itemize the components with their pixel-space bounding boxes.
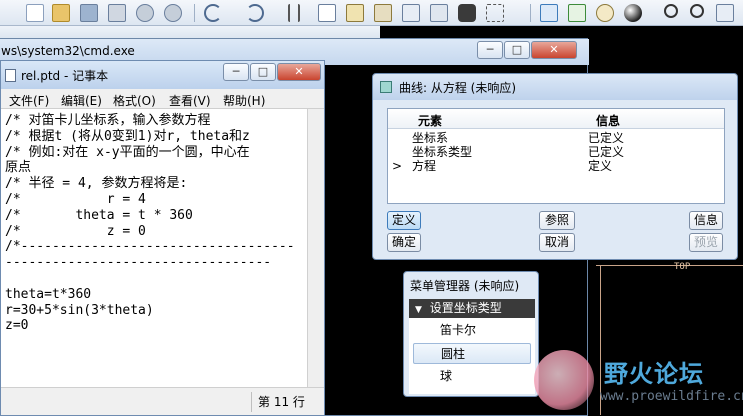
toolbar-separator <box>530 4 531 22</box>
vertical-scrollbar[interactable] <box>307 109 324 387</box>
watermark-logo <box>534 350 594 410</box>
menu-item-spherical[interactable]: 球 <box>413 366 531 387</box>
menu-header-label: 设置坐标类型 <box>429 301 502 315</box>
list-item[interactable]: 坐标系 已定义 <box>388 131 724 145</box>
ok-button[interactable]: 确定 <box>387 233 421 252</box>
element-name: 坐标系 <box>412 131 449 145</box>
column-element: 元素 <box>418 114 443 128</box>
menu-help[interactable]: 帮助(H) <box>223 92 265 109</box>
cmd-title: ws\system32\cmd.exe <box>1 44 135 58</box>
list-item[interactable]: 坐标系类型 已定义 <box>388 145 724 159</box>
notepad-title-bar[interactable]: rel.ptd - 记事本 ─ □ ✕ <box>1 61 324 89</box>
close-button[interactable]: ✕ <box>531 41 577 59</box>
menu-header[interactable]: ▼ 设置坐标类型 <box>409 299 535 318</box>
paste-icon[interactable] <box>346 4 364 22</box>
curve-from-equation-dialog: 曲线: 从方程 (未响应) 元素 信息 坐标系 已定义 坐标系类型 已定义 > … <box>372 73 738 260</box>
watermark-url: www.proewildfire.cn <box>600 389 743 404</box>
redo-icon[interactable] <box>246 4 264 22</box>
watermark-text: 野火论坛 <box>604 360 704 388</box>
close-button[interactable]: ✕ <box>277 63 321 81</box>
maximize-button[interactable]: □ <box>504 41 530 59</box>
notepad-window: rel.ptd - 记事本 ─ □ ✕ 文件(F) 编辑(E) 格式(O) 查看… <box>0 60 325 416</box>
maximize-button[interactable]: □ <box>250 63 276 81</box>
zoom-in-icon[interactable] <box>664 4 678 18</box>
element-name: 方程 <box>412 159 437 173</box>
info-button[interactable]: 信息 <box>689 211 723 230</box>
element-info: 已定义 <box>588 145 625 159</box>
preview-button[interactable]: 预览 <box>689 233 723 252</box>
element-name: 坐标系类型 <box>412 145 473 159</box>
save-icon[interactable] <box>80 4 98 22</box>
email-icon[interactable] <box>164 4 182 22</box>
spin-center-icon[interactable] <box>596 4 614 22</box>
find-icon[interactable] <box>458 4 476 22</box>
dialog-icon <box>380 81 392 93</box>
menu-view[interactable]: 查看(V) <box>169 92 211 109</box>
line-number-status: 第 11 行 <box>251 392 321 412</box>
main-toolbar <box>0 0 743 26</box>
reference-button[interactable]: 参照 <box>539 211 575 230</box>
column-info: 信息 <box>596 114 621 128</box>
cancel-button[interactable]: 取消 <box>539 233 575 252</box>
shading-sphere-icon[interactable] <box>624 4 642 22</box>
notepad-menubar: 文件(F) 编辑(E) 格式(O) 查看(V) 帮助(H) <box>1 89 324 109</box>
cut-icon[interactable] <box>288 4 300 22</box>
print-icon[interactable] <box>108 4 126 22</box>
menu-items: 笛卡尔 圆柱 球 <box>409 318 535 394</box>
open-folder-icon[interactable] <box>52 4 70 22</box>
element-info: 已定义 <box>588 131 625 145</box>
menu-format[interactable]: 格式(O) <box>113 92 156 109</box>
datum-plane-icon[interactable] <box>540 4 558 22</box>
send-icon[interactable] <box>136 4 154 22</box>
define-button[interactable]: 定义 <box>387 211 421 230</box>
minimize-button[interactable]: ─ <box>477 41 503 59</box>
refit-icon[interactable] <box>716 4 734 22</box>
undo-icon[interactable] <box>204 4 222 22</box>
menu-manager: 菜单管理器 (未响应) ▼ 设置坐标类型 笛卡尔 圆柱 球 <box>403 271 539 397</box>
menu-manager-title: 菜单管理器 (未响应) <box>410 279 520 293</box>
datum-plane-edge <box>596 265 743 266</box>
notepad-title: rel.ptd - 记事本 <box>21 69 109 83</box>
clipboard-icon[interactable] <box>374 4 392 22</box>
notepad-text-area[interactable]: /* 对笛卡儿坐标系，输入参数方程 /* 根据t (将从0变到1)对r, the… <box>5 113 305 334</box>
dialog-title: 曲线: 从方程 (未响应) <box>399 81 517 95</box>
list-item[interactable]: > 方程 定义 <box>388 159 724 173</box>
element-info: 定义 <box>588 159 613 173</box>
element-list: 元素 信息 坐标系 已定义 坐标系类型 已定义 > 方程 定义 <box>387 108 725 204</box>
minimize-button[interactable]: ─ <box>223 63 249 81</box>
zoom-out-icon[interactable] <box>690 4 704 18</box>
notepad-icon <box>5 69 16 82</box>
menu-edit[interactable]: 编辑(E) <box>61 92 102 109</box>
toolbar-separator <box>194 4 195 22</box>
menu-item-cartesian[interactable]: 笛卡尔 <box>413 320 531 341</box>
menu-file[interactable]: 文件(F) <box>9 92 49 109</box>
new-file-icon[interactable] <box>26 4 44 22</box>
datum-top-label: TOP <box>674 262 691 272</box>
datum-axis-icon[interactable] <box>568 4 586 22</box>
dialog-title-bar[interactable]: 曲线: 从方程 (未响应) <box>373 74 737 100</box>
current-row-marker: > <box>392 159 403 173</box>
copy-special-icon[interactable] <box>402 4 420 22</box>
select-box-icon[interactable] <box>486 4 504 22</box>
list-header: 元素 信息 <box>388 109 724 129</box>
regenerate-icon[interactable] <box>430 4 448 22</box>
notepad-statusbar: 第 11 行 <box>1 387 324 415</box>
collapse-triangle-icon: ▼ <box>415 305 422 315</box>
copy-icon[interactable] <box>318 4 336 22</box>
menu-item-cylindrical[interactable]: 圆柱 <box>413 343 531 364</box>
